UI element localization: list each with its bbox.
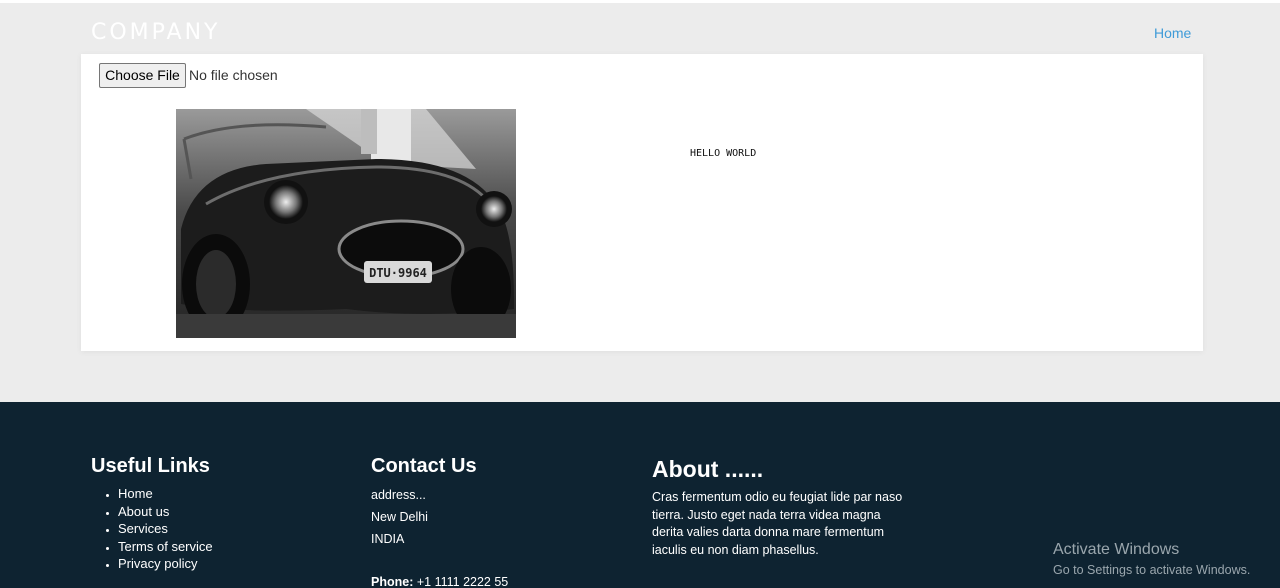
- about-text: Cras fermentum odio eu feugiat lide par …: [652, 490, 903, 557]
- contact-country: INDIA: [371, 532, 405, 546]
- car-image: DTU·9964: [176, 109, 516, 338]
- file-status-text: No file chosen: [189, 67, 278, 83]
- choose-file-button[interactable]: Choose File: [99, 63, 186, 88]
- useful-links-list: Home About us Services Terms of service …: [118, 485, 213, 573]
- activate-windows-title: Activate Windows: [1053, 541, 1180, 558]
- footer-link-home[interactable]: Home: [118, 485, 213, 503]
- brand-logo[interactable]: COMPANY: [91, 20, 220, 45]
- phone-value: +1 1111 2222 55: [416, 575, 509, 588]
- footer-link-privacy[interactable]: Privacy policy: [118, 555, 213, 573]
- footer: Useful Links Home About us Services Term…: [0, 402, 1280, 588]
- phone-label: Phone:: [371, 575, 414, 588]
- nav-home-link[interactable]: Home: [1154, 25, 1191, 41]
- top-strip: [0, 0, 1280, 3]
- footer-link-terms[interactable]: Terms of service: [118, 538, 213, 556]
- contact-city: New Delhi: [371, 510, 428, 524]
- contact-title: Contact Us: [371, 455, 477, 477]
- about-title: About ......: [652, 456, 764, 482]
- svg-text:DTU·9964: DTU·9964: [369, 266, 427, 280]
- activate-windows-subtitle: Go to Settings to activate Windows.: [1053, 563, 1251, 577]
- footer-link-services[interactable]: Services: [118, 520, 213, 538]
- activate-windows-watermark: Activate Windows Go to Settings to activ…: [1053, 541, 1250, 577]
- contact-phone: Phone: +1 1111 2222 55: [371, 575, 508, 588]
- footer-link-about[interactable]: About us: [118, 503, 213, 521]
- contact-address: address...: [371, 488, 426, 502]
- hello-world-text: HELLO WORLD: [690, 148, 757, 159]
- car-illustration: DTU·9964: [176, 109, 516, 338]
- content-card: Choose File No file chosen DTU·9964 HELL…: [81, 54, 1203, 351]
- useful-links-title: Useful Links: [91, 455, 210, 477]
